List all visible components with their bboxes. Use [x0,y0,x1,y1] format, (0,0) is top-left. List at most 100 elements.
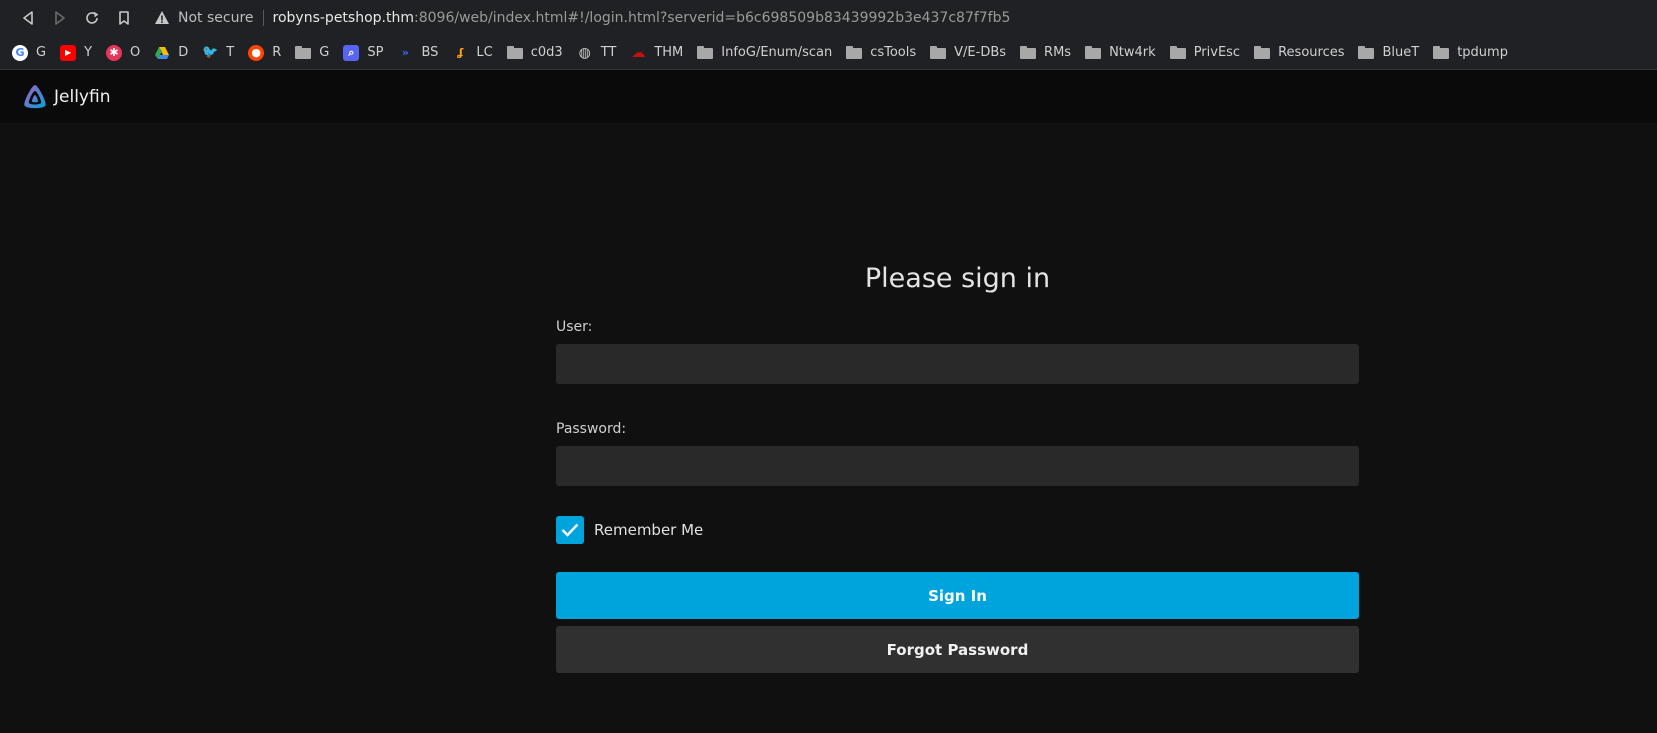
bookmark-tt[interactable]: ◍ TT [577,45,617,61]
bookmark-google[interactable]: G G [12,44,47,61]
forward-button[interactable] [44,4,76,32]
bookmark-button[interactable] [108,4,140,32]
folder-icon [1085,46,1102,59]
bookmark-bs[interactable]: » BS [397,45,439,61]
folder-icon [930,46,947,59]
bookmark-reddit[interactable]: ● R [248,44,282,61]
checkmark-icon [561,523,579,537]
bookmark-label: Y [84,45,93,60]
reload-button[interactable] [76,4,108,32]
twitter-icon: 🐦 [202,45,219,60]
bookmark-label: InfoG/Enum/scan [721,45,833,60]
bookmark-label: G [36,45,47,60]
bookmark-label: TT [600,45,617,60]
bookmark-drive[interactable]: D [154,45,188,61]
jellyfin-logo[interactable]: Jellyfin [20,82,110,112]
jellyfin-logo-icon [24,84,46,108]
bookmark-label: THM [654,45,684,60]
bookmark-label: Resources [1278,45,1345,60]
page-title: Please sign in [864,263,1051,294]
bookmark-label: tpdump [1457,45,1508,60]
browser-window: Not secure robyns-petshop.thm:8096/web/i… [0,0,1657,733]
app-header: Jellyfin [0,70,1657,123]
folder-icon [1169,46,1186,59]
reload-icon [86,11,99,24]
folder-icon [846,46,863,59]
folder-icon [697,46,714,59]
sign-in-button[interactable]: Sign In [556,572,1359,619]
bookmark-label: R [272,45,282,60]
globe-icon: ◍ [578,44,591,61]
app-name: Jellyfin [54,86,111,107]
bookmark-cstools[interactable]: csTools [846,45,916,60]
bs-icon: » [401,46,409,59]
youtube-icon: ▶ [60,44,77,61]
bookmark-tpdump[interactable]: tpdump [1433,45,1508,60]
forward-icon [55,11,65,25]
folder-icon [506,46,523,59]
login-form: Please sign in User: Password: Remember … [556,263,1359,673]
bookmark-label: Ntw4rk [1109,45,1156,60]
bookmark-vedbs[interactable]: V/E-DBs [930,45,1006,60]
search-icon: ⌕ [343,44,360,61]
folder-icon [1254,46,1271,59]
bookmark-label: RMs [1044,45,1072,60]
warning-icon[interactable] [154,10,170,26]
back-icon [23,11,33,25]
bookmark-c0d3[interactable]: c0d3 [506,45,563,60]
bookmark-icon [119,11,129,25]
remember-me-checkbox[interactable] [556,516,584,544]
leetcode-icon: ʆ [457,46,464,59]
remember-me-row[interactable]: Remember Me [556,516,1359,544]
address-separator [262,10,264,26]
bookmark-label: V/E-DBs [954,45,1007,60]
browser-toolbar: Not secure robyns-petshop.thm:8096/web/i… [0,0,1657,36]
bookmark-label: T [226,45,235,60]
bookmark-leetcode[interactable]: ʆ LC [452,45,492,61]
bookmark-bluet[interactable]: BlueT [1358,45,1419,60]
username-input[interactable] [556,344,1359,384]
bookmark-label: O [130,45,141,60]
folder-icon [1433,46,1450,59]
bookmark-label: csTools [870,45,917,60]
bookmark-label: G [319,45,330,60]
folder-icon [1020,46,1037,59]
password-label: Password: [556,421,627,437]
bookmark-label: D [178,45,189,60]
bookmark-youtube[interactable]: ▶ Y [60,44,93,61]
user-label: User: [556,319,593,335]
reddit-icon: ● [248,44,265,61]
bookmark-label: LC [476,45,493,60]
bookmark-sp[interactable]: ⌕ SP [343,44,384,61]
bookmark-resources[interactable]: Resources [1254,45,1344,60]
security-label[interactable]: Not secure [178,10,254,26]
folder-icon [295,46,312,59]
bookmark-privesc[interactable]: PrivEsc [1169,45,1241,60]
octo-icon: ✱ [106,44,123,61]
drive-icon [155,46,170,59]
bookmark-ntw4rk[interactable]: Ntw4rk [1085,45,1156,60]
url-host[interactable]: robyns-petshop.thm [273,10,414,26]
folder-icon [1358,46,1375,59]
password-input[interactable] [556,446,1359,486]
login-page: Please sign in User: Password: Remember … [0,123,1657,733]
bookmark-infog[interactable]: InfoG/Enum/scan [697,45,832,60]
back-button[interactable] [12,4,44,32]
bookmark-octo[interactable]: ✱ O [106,44,141,61]
bookmark-label: SP [367,45,384,60]
bookmark-twitter[interactable]: 🐦 T [202,45,234,61]
bookmark-label: BlueT [1382,45,1420,60]
bookmark-label: BS [421,45,439,60]
bookmark-thm[interactable]: ☁ THM [630,45,683,61]
address-bar[interactable]: Not secure robyns-petshop.thm:8096/web/i… [154,4,1010,32]
forgot-password-button[interactable]: Forgot Password [556,626,1359,673]
google-icon: G [12,44,28,61]
bookmark-label: c0d3 [530,45,563,60]
thm-icon: ☁ [631,44,646,61]
bookmark-label: PrivEsc [1193,45,1241,60]
bookmarks-bar: G G ▶ Y ✱ O D 🐦 T ● R G ⌕ SP » BS ʆ LC c… [0,36,1657,70]
bookmark-rms[interactable]: RMs [1020,45,1071,60]
bookmark-folder-g[interactable]: G [295,45,329,60]
url-path[interactable]: :8096/web/index.html#!/login.html?server… [414,10,1010,26]
remember-me-label[interactable]: Remember Me [594,521,703,539]
